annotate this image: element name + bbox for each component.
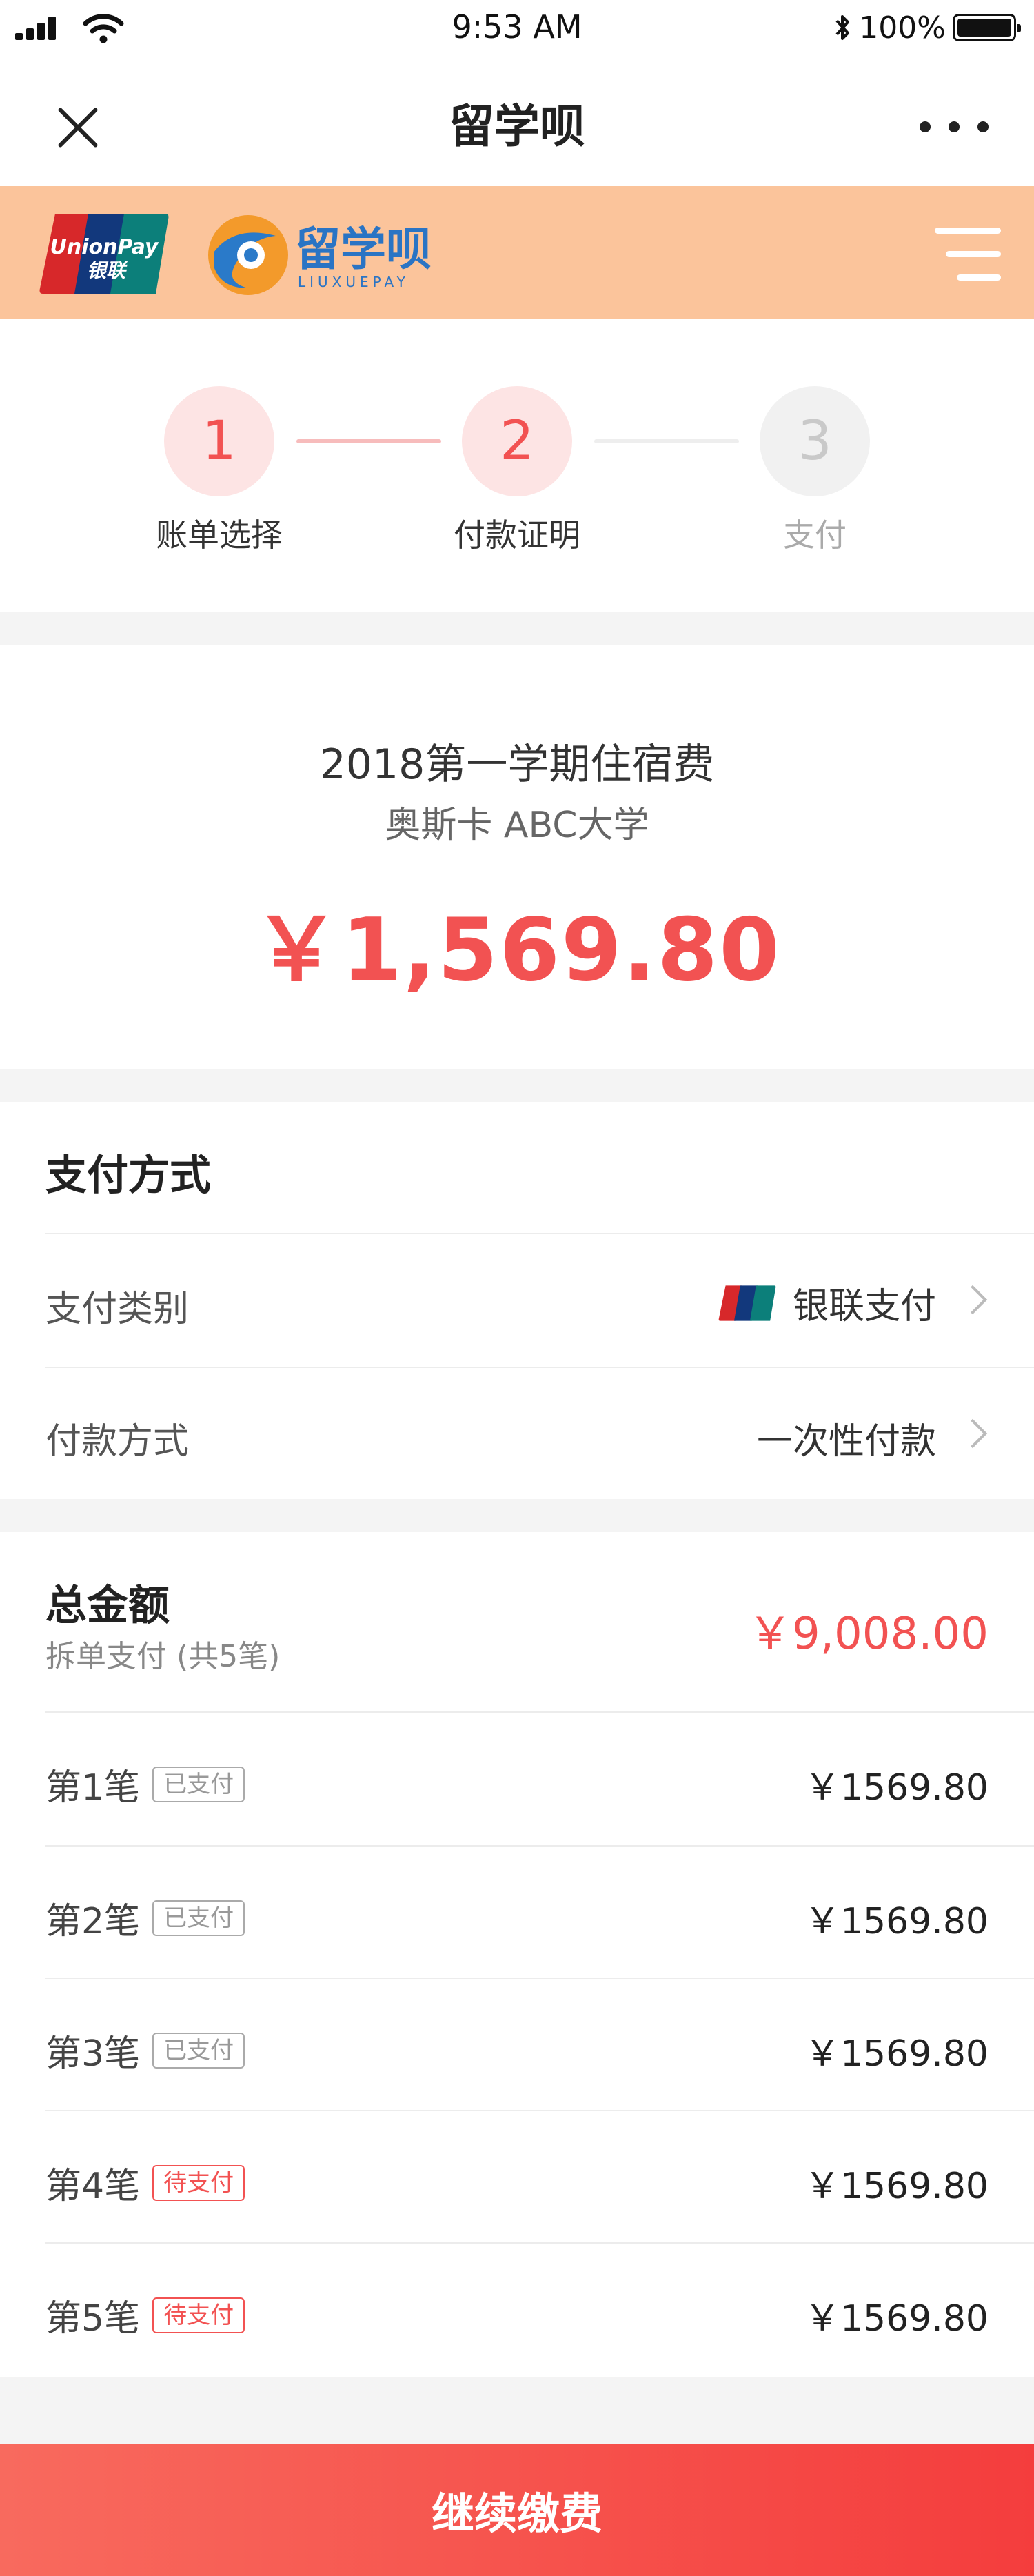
step-3: 3 支付 (711, 386, 918, 556)
unionpay-small-icon (718, 1285, 776, 1321)
step-1-number: 1 (164, 386, 274, 496)
chevron-right-icon (957, 1418, 988, 1449)
status-bar: 9:53 AM 100% (0, 0, 1034, 58)
total-title: 总金额 (45, 1582, 170, 1630)
pending-badge: 待支付 (152, 2297, 245, 2333)
page-title: 留学呗 (449, 100, 585, 153)
installment-amount: ￥1569.80 (804, 2166, 989, 2207)
installment-label: 第3笔 (45, 2033, 141, 2075)
installment-label-group: 第3笔 已支付 (45, 2024, 245, 2076)
progress-steps: 1 账单选择 2 付款证明 3 支付 (0, 319, 1034, 612)
status-right: 100% (834, 7, 1021, 48)
installment-row: 第5笔 待支付 ￥1569.80 (0, 2244, 1034, 2376)
step-1-label: 账单选择 (156, 516, 283, 554)
menu-icon[interactable] (932, 228, 1001, 283)
installment-label-group: 第4笔 待支付 (45, 2157, 245, 2208)
step-3-label: 支付 (783, 516, 847, 554)
installment-amount: ￥1569.80 (804, 1901, 989, 1942)
bill-title: 2018第一学期住宿费 (319, 741, 715, 789)
installment-amount: ￥1569.80 (804, 2033, 989, 2075)
bill-school: 奥斯卡 ABC大学 (385, 805, 649, 846)
payment-type-text: 银联支付 (792, 1286, 936, 1327)
svg-text:留学呗: 留学呗 (295, 223, 432, 276)
installment-amount: ￥1569.80 (804, 2298, 989, 2339)
chevron-right-icon (957, 1285, 988, 1315)
payment-type-label: 支付类别 (45, 1289, 190, 1330)
payment-method-value: 一次性付款 (756, 1421, 936, 1462)
svg-text:UnionPay: UnionPay (50, 235, 159, 259)
paid-badge: 已支付 (152, 1766, 245, 1802)
step-2-number: 2 (462, 386, 572, 496)
step-1: 1 账单选择 (116, 386, 323, 556)
installment-label: 第4笔 (45, 2166, 141, 2207)
bill-summary: 2018第一学期住宿费 奥斯卡 ABC大学 ￥1,569.80 (0, 645, 1034, 1069)
bill-amount: ￥1,569.80 (253, 899, 781, 1000)
installment-amount: ￥1569.80 (804, 1767, 989, 1809)
svg-text:LIUXUEPAY: LIUXUEPAY (298, 274, 409, 290)
nav-bar: 留学呗 (0, 58, 1034, 186)
installment-label: 第1笔 (45, 1767, 141, 1809)
svg-text:银联: 银联 (87, 259, 128, 282)
total-amount: ￥9,008.00 (748, 1609, 989, 1660)
installment-label: 第5笔 (45, 2298, 141, 2339)
pending-badge: 待支付 (152, 2164, 245, 2201)
unionpay-logo-icon: UnionPay 银联 (39, 214, 169, 294)
payment-method-section: 支付方式 支付类别 银联支付 付款方式 一次性付款 (0, 1102, 1034, 1499)
payment-method-label: 付款方式 (45, 1421, 190, 1462)
installment-label-group: 第2笔 已支付 (45, 1892, 245, 1944)
installment-row: 第1笔 已支付 ￥1569.80 (0, 1713, 1034, 1845)
step-3-number: 3 (760, 386, 870, 496)
paid-badge: 已支付 (152, 1900, 245, 1936)
liuxuepay-logo-icon: 留学呗 LIUXUEPAY (208, 215, 432, 295)
installment-row: 第3笔 已支付 ￥1569.80 (0, 1979, 1034, 2111)
total-subtitle: 拆单支付 (共5笔) (45, 1639, 281, 1674)
battery-icon (953, 14, 1021, 41)
payment-type-value: 银联支付 (718, 1277, 936, 1329)
payment-section-title: 支付方式 (45, 1151, 211, 1200)
bluetooth-icon (835, 15, 850, 40)
installment-label: 第2笔 (45, 1901, 141, 1942)
more-icon[interactable] (920, 113, 989, 141)
step-2: 2 付款证明 (414, 386, 620, 556)
paid-badge: 已支付 (152, 2032, 245, 2069)
installment-label-group: 第5笔 待支付 (45, 2289, 245, 2341)
total-section: 总金额 拆单支付 (共5笔) ￥9,008.00 第1笔 已支付 ￥1569.8… (0, 1532, 1034, 2377)
installment-label-group: 第1笔 已支付 (45, 1758, 245, 1810)
installment-row: 第2笔 已支付 ￥1569.80 (0, 1847, 1034, 1979)
step-2-label: 付款证明 (454, 516, 580, 554)
continue-payment-button[interactable]: 继续缴费 (0, 2444, 1034, 2576)
payment-method-row[interactable]: 付款方式 一次性付款 (0, 1368, 1034, 1499)
payment-type-row[interactable]: 支付类别 银联支付 (0, 1234, 1034, 1367)
brand-bar: UnionPay 银联 留学呗 LIUXUEPAY (0, 186, 1034, 319)
installment-row: 第4笔 待支付 ￥1569.80 (0, 2111, 1034, 2244)
battery-percent: 100% (859, 10, 946, 46)
